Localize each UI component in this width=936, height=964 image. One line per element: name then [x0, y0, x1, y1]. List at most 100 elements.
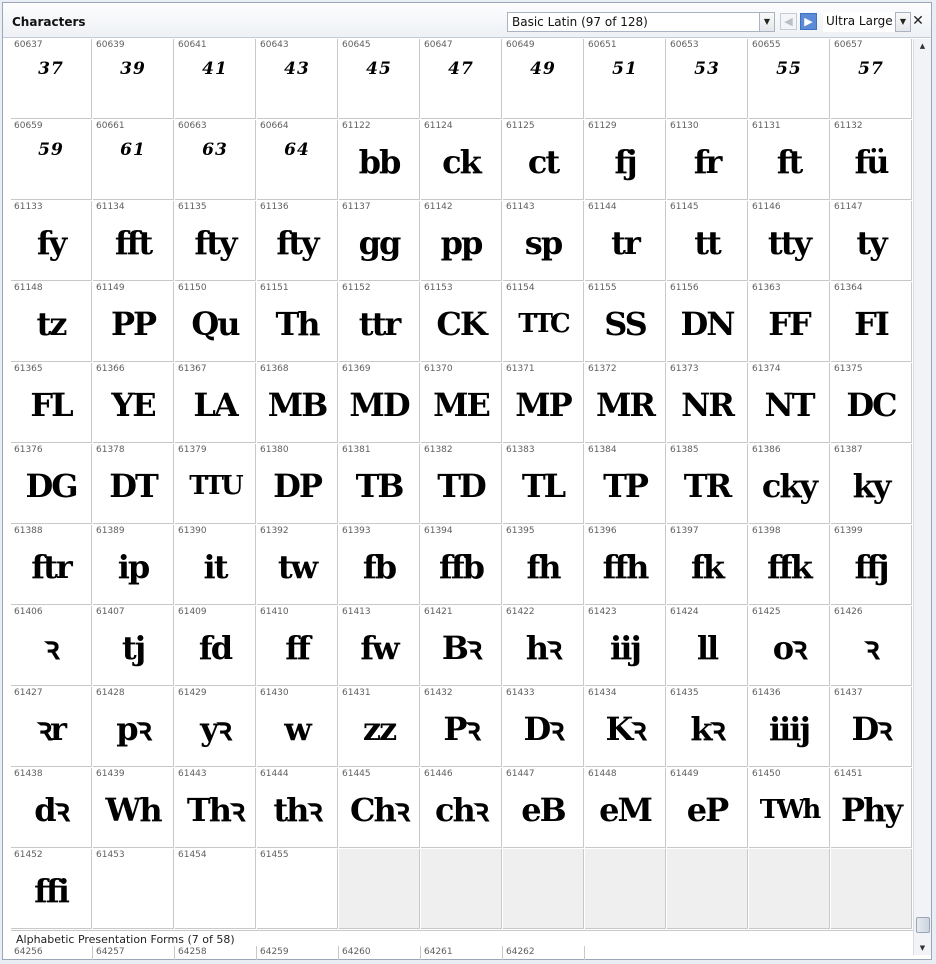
size-select[interactable]: Ultra Large ▼: [823, 12, 911, 32]
character-cell[interactable]: 61378 DT: [93, 444, 174, 524]
character-cell[interactable]: 61375 DC: [831, 363, 912, 443]
character-cell[interactable]: 61426 ꝛ: [831, 606, 912, 686]
character-cell[interactable]: 61370 ME: [421, 363, 502, 443]
character-cell[interactable]: 60657 57: [831, 39, 912, 119]
character-cell[interactable]: 61393 fb: [339, 525, 420, 605]
close-icon[interactable]: ✕: [910, 13, 926, 29]
character-cell[interactable]: 61392 tw: [257, 525, 338, 605]
character-cell[interactable]: 61452 ffi: [11, 849, 92, 929]
character-cell[interactable]: 61372 MR: [585, 363, 666, 443]
character-cell[interactable]: 61146 tty: [749, 201, 830, 281]
character-cell[interactable]: 61387 ky: [831, 444, 912, 524]
character-cell[interactable]: 61395 fh: [503, 525, 584, 605]
character-cell[interactable]: 61374 NT: [749, 363, 830, 443]
character-cell[interactable]: 61399 ffj: [831, 525, 912, 605]
character-cell[interactable]: 60663 63: [175, 120, 256, 200]
character-cell[interactable]: 61428 pꝛ: [93, 687, 174, 767]
character-cell[interactable]: 61156 DN: [667, 282, 748, 362]
character-cell[interactable]: 61383 TL: [503, 444, 584, 524]
character-cell[interactable]: 61382 TD: [421, 444, 502, 524]
character-cell[interactable]: 61145 tt: [667, 201, 748, 281]
character-cell[interactable]: 60653 53: [667, 39, 748, 119]
character-cell[interactable]: 61381 TB: [339, 444, 420, 524]
character-cell[interactable]: 60651 51: [585, 39, 666, 119]
character-cell[interactable]: 61410 ff: [257, 606, 338, 686]
character-cell[interactable]: 61365 FL: [11, 363, 92, 443]
character-cell[interactable]: 61450 TWh: [749, 768, 830, 848]
character-cell[interactable]: 60639 39: [93, 39, 174, 119]
character-cell[interactable]: 61154 TTC: [503, 282, 584, 362]
character-cell[interactable]: 61363 FF: [749, 282, 830, 362]
character-cell[interactable]: 60659 59: [11, 120, 92, 200]
character-cell[interactable]: 60641 41: [175, 39, 256, 119]
character-cell[interactable]: 61132 fü: [831, 120, 912, 200]
character-cell[interactable]: 61398 ffk: [749, 525, 830, 605]
character-cell[interactable]: 61142 pp: [421, 201, 502, 281]
character-cell[interactable]: 61122 bb: [339, 120, 420, 200]
next-button[interactable]: ▶: [800, 13, 817, 30]
character-cell[interactable]: 61133 fy: [11, 201, 92, 281]
character-cell[interactable]: 61438 dꝛ: [11, 768, 92, 848]
character-cell[interactable]: 61406 ꝛ: [11, 606, 92, 686]
character-cell[interactable]: 60637 37: [11, 39, 92, 119]
character-cell[interactable]: 61379 TTU: [175, 444, 256, 524]
character-cell[interactable]: 61394 ffb: [421, 525, 502, 605]
character-cell[interactable]: 61136 fty: [257, 201, 338, 281]
range-select[interactable]: Basic Latin (97 of 128) ▼: [507, 12, 775, 32]
character-cell[interactable]: 61431 zz: [339, 687, 420, 767]
character-cell[interactable]: 60655 55: [749, 39, 830, 119]
character-cell[interactable]: 61149 PP: [93, 282, 174, 362]
character-cell[interactable]: 61152 ttr: [339, 282, 420, 362]
character-cell[interactable]: 61369 MD: [339, 363, 420, 443]
character-cell[interactable]: 61397 fk: [667, 525, 748, 605]
character-cell[interactable]: 61137 gg: [339, 201, 420, 281]
character-cell[interactable]: 61427 ꝛr: [11, 687, 92, 767]
character-cell[interactable]: 61373 NR: [667, 363, 748, 443]
character-cell[interactable]: 61454: [175, 849, 256, 929]
character-cell[interactable]: 61390 it: [175, 525, 256, 605]
character-cell[interactable]: 61367 LA: [175, 363, 256, 443]
character-cell[interactable]: 61384 TP: [585, 444, 666, 524]
character-cell[interactable]: 61129 fj: [585, 120, 666, 200]
character-cell[interactable]: 60645 45: [339, 39, 420, 119]
character-cell[interactable]: 61148 tz: [11, 282, 92, 362]
character-cell[interactable]: 61131 ft: [749, 120, 830, 200]
character-cell[interactable]: 61380 DP: [257, 444, 338, 524]
character-cell[interactable]: 61447 eB: [503, 768, 584, 848]
chevron-down-icon[interactable]: ▼: [895, 12, 911, 32]
character-cell[interactable]: 61430 w: [257, 687, 338, 767]
character-cell[interactable]: 61134 fft: [93, 201, 174, 281]
character-cell[interactable]: 60664 64: [257, 120, 338, 200]
character-cell[interactable]: 61424 ll: [667, 606, 748, 686]
character-cell[interactable]: 61436 iiij: [749, 687, 830, 767]
character-cell[interactable]: 61455: [257, 849, 338, 929]
character-cell[interactable]: 61433 Dꝛ: [503, 687, 584, 767]
character-cell[interactable]: 60647 47: [421, 39, 502, 119]
scroll-down-icon[interactable]: ▼: [914, 941, 931, 955]
character-cell[interactable]: 61451 Phy: [831, 768, 912, 848]
character-cell[interactable]: 60643 43: [257, 39, 338, 119]
character-cell[interactable]: 60649 49: [503, 39, 584, 119]
chevron-down-icon[interactable]: ▼: [759, 13, 774, 31]
character-cell[interactable]: 61366 YE: [93, 363, 174, 443]
character-cell[interactable]: 61413 fw: [339, 606, 420, 686]
character-cell[interactable]: 61143 sp: [503, 201, 584, 281]
character-cell[interactable]: 61125 ct: [503, 120, 584, 200]
character-cell[interactable]: 61437 Dꝛ: [831, 687, 912, 767]
character-cell[interactable]: 61444 thꝛ: [257, 768, 338, 848]
character-cell[interactable]: 61144 tr: [585, 201, 666, 281]
character-cell[interactable]: 61448 eM: [585, 768, 666, 848]
character-cell[interactable]: 61407 tj: [93, 606, 174, 686]
character-cell[interactable]: 61425 oꝛ: [749, 606, 830, 686]
character-cell[interactable]: 61421 Bꝛ: [421, 606, 502, 686]
character-cell[interactable]: 61124 ck: [421, 120, 502, 200]
character-cell[interactable]: 61153 CK: [421, 282, 502, 362]
character-cell[interactable]: 61449 eP: [667, 768, 748, 848]
character-cell[interactable]: 61150 Qu: [175, 282, 256, 362]
character-cell[interactable]: 61432 Pꝛ: [421, 687, 502, 767]
character-cell[interactable]: 60661 61: [93, 120, 174, 200]
character-cell[interactable]: 61376 DG: [11, 444, 92, 524]
character-cell[interactable]: 61446 chꝛ: [421, 768, 502, 848]
character-cell[interactable]: 61423 iij: [585, 606, 666, 686]
character-cell[interactable]: 61422 hꝛ: [503, 606, 584, 686]
